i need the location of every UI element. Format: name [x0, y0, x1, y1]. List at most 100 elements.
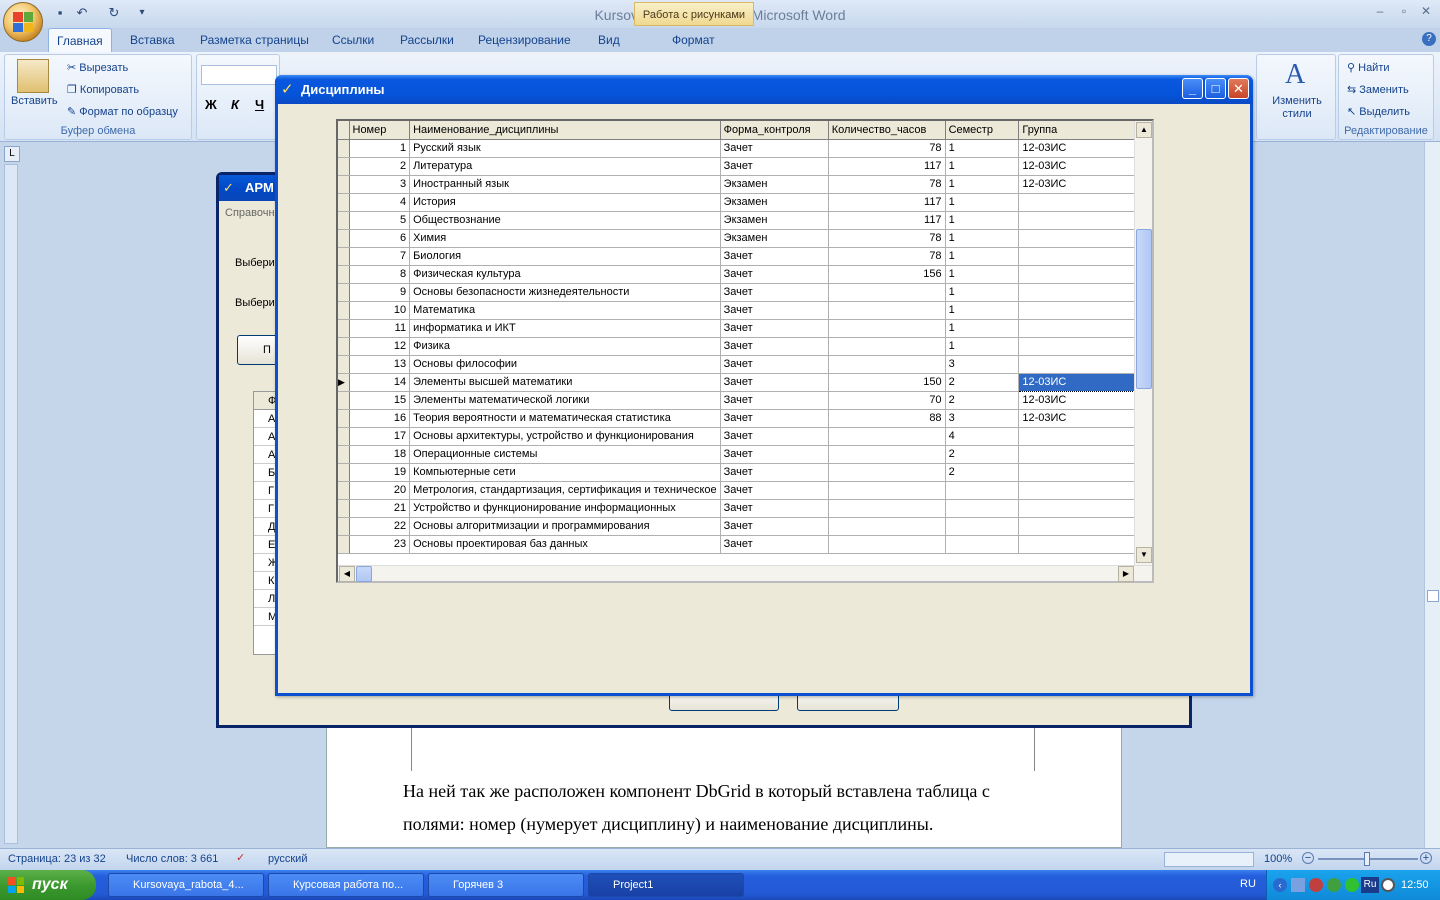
dbgrid-cell[interactable]: 1	[945, 283, 1020, 302]
dbgrid-cell[interactable]: 20	[349, 481, 411, 500]
dbgrid-cell[interactable]: Экзамен	[720, 175, 829, 194]
dbgrid-hscroll-thumb[interactable]	[356, 566, 372, 582]
dbgrid-cell[interactable]: 88	[828, 409, 946, 428]
dbgrid-cell[interactable]: 9	[349, 283, 411, 302]
dbgrid-cell[interactable]: Химия	[409, 229, 721, 248]
dbgrid-cell[interactable]: 1	[945, 301, 1020, 320]
dbgrid-cell[interactable]: Русский язык	[409, 139, 721, 158]
replace-button[interactable]: ⇆ Заменить	[1347, 83, 1409, 96]
tray-status-icon[interactable]	[1345, 878, 1359, 892]
dbgrid-cell[interactable]: Экзамен	[720, 211, 829, 230]
dbgrid-cell[interactable]	[828, 337, 946, 356]
dbgrid-cell[interactable]: Физическая культура	[409, 265, 721, 284]
dbgrid-cell[interactable]: Основы безопасности жизнедеятельности	[409, 283, 721, 302]
row-indicator[interactable]	[338, 157, 350, 176]
dbgrid-cell[interactable]: Зачет	[720, 517, 829, 536]
dbgrid-cell[interactable]: Основы философии	[409, 355, 721, 374]
row-indicator[interactable]	[338, 139, 350, 158]
dbgrid-cell[interactable]: Основы проектировая баз данных	[409, 535, 721, 554]
dbgrid-cell[interactable]: 12-03ИС	[1018, 372, 1152, 392]
dbgrid-cell[interactable]: Экзамен	[720, 229, 829, 248]
tab-insert[interactable]: Вставка	[122, 28, 183, 52]
view-buttons[interactable]	[1164, 852, 1254, 867]
dbgrid-cell[interactable]	[1018, 355, 1152, 374]
dbgrid-cell[interactable]: 16	[349, 409, 411, 428]
row-indicator[interactable]	[338, 499, 350, 518]
dbgrid-cell[interactable]	[1018, 301, 1152, 320]
dbgrid-row[interactable]: 21 Устройство и функционирование информац…	[338, 499, 1152, 518]
dbgrid-cell[interactable]: 3	[349, 175, 411, 194]
row-indicator[interactable]	[338, 247, 350, 266]
dbgrid-cell[interactable]: Зачет	[720, 409, 829, 428]
dbgrid-cell[interactable]	[945, 535, 1020, 554]
dbgrid-cell[interactable]: 18	[349, 445, 411, 464]
dbgrid-cell[interactable]: Зачет	[720, 427, 829, 446]
dbgrid-row[interactable]: 22 Основы алгоритмизации и программирован…	[338, 517, 1152, 536]
dbgrid-row[interactable]: 11 информатика и ИКТ Зачет 1	[338, 319, 1152, 338]
dbgrid-cell[interactable]: 19	[349, 463, 411, 482]
dbgrid-cell[interactable]: 8	[349, 265, 411, 284]
dbgrid-cell[interactable]	[1018, 445, 1152, 464]
dbgrid-cell[interactable]	[828, 283, 946, 302]
row-indicator[interactable]	[338, 265, 350, 284]
dbgrid-cell[interactable]: Иностранный язык	[409, 175, 721, 194]
dbgrid-cell[interactable]: Зачет	[720, 355, 829, 374]
apm-menu-item[interactable]: Справочн	[225, 207, 275, 219]
window-close-button[interactable]: ✕	[1228, 78, 1249, 99]
dbgrid-cell[interactable]: Зачет	[720, 499, 829, 518]
dbgrid-cell[interactable]: 12-03ИС	[1018, 139, 1152, 158]
dbgrid-cell[interactable]: Физика	[409, 337, 721, 356]
dbgrid-cell[interactable]	[828, 463, 946, 482]
tray-network-icon[interactable]	[1291, 878, 1305, 892]
dbgrid-cell[interactable]: 1	[945, 265, 1020, 284]
dbgrid-cell[interactable]	[945, 481, 1020, 500]
dbgrid-cell[interactable]: 150	[828, 373, 946, 392]
dbgrid-row[interactable]: 20 Метрология, стандартизация, сертификац…	[338, 481, 1152, 500]
window-minimize-button[interactable]: _	[1182, 78, 1203, 99]
status-words[interactable]: Число слов: 3 661	[126, 853, 218, 865]
dbgrid-cell[interactable]: 12	[349, 337, 411, 356]
language-indicator[interactable]: RU	[1240, 878, 1256, 890]
dbgrid-cell[interactable]: 3	[945, 355, 1020, 374]
dbgrid-cell[interactable]	[828, 445, 946, 464]
tab-format[interactable]: Формат	[664, 28, 723, 52]
row-indicator[interactable]	[338, 211, 350, 230]
dbgrid-cell[interactable]	[1018, 193, 1152, 212]
dbgrid-cell[interactable]: Зачет	[720, 481, 829, 500]
select-button[interactable]: ↖ Выделить	[1347, 105, 1410, 118]
close-icon[interactable]: ✕	[1416, 4, 1436, 20]
dbgrid-cell[interactable]: Литература	[409, 157, 721, 176]
dbgrid-cell[interactable]: 12-03ИС	[1018, 175, 1152, 194]
dbgrid-cell[interactable]	[828, 319, 946, 338]
dbgrid-cell[interactable]	[1018, 463, 1152, 482]
dbgrid-row[interactable]: 3 Иностранный язык Экзамен 78 1 12-03ИС	[338, 175, 1152, 194]
dbgrid-cell[interactable]: 22	[349, 517, 411, 536]
dbgrid-cell[interactable]	[945, 499, 1020, 518]
dbgrid-row[interactable]: 23 Основы проектировая баз данных Зачет	[338, 535, 1152, 554]
row-indicator[interactable]	[338, 355, 350, 374]
tab-home[interactable]: Главная	[48, 28, 112, 52]
dbgrid-row[interactable]: 4 История Экзамен 117 1	[338, 193, 1152, 212]
dbgrid-cell[interactable]: Элементы математической логики	[409, 391, 721, 410]
dbgrid-cell[interactable]: 78	[828, 175, 946, 194]
dbgrid-cell[interactable]	[828, 499, 946, 518]
dbgrid-cell[interactable]: 117	[828, 193, 946, 212]
dbgrid-cell[interactable]	[1018, 229, 1152, 248]
dbgrid-vscroll-thumb[interactable]	[1136, 229, 1152, 389]
dbgrid-cell[interactable]: Зачет	[720, 391, 829, 410]
row-indicator[interactable]	[338, 445, 350, 464]
status-language[interactable]: русский	[268, 853, 307, 865]
dbgrid-cell[interactable]: 17	[349, 427, 411, 446]
restore-icon[interactable]: ▫	[1394, 4, 1414, 20]
dbgrid-cell[interactable]: 14	[349, 373, 411, 392]
dbgrid-cell[interactable]	[1018, 265, 1152, 284]
tray-collapse-icon[interactable]: ‹	[1273, 878, 1287, 892]
row-indicator[interactable]	[338, 337, 350, 356]
dbgrid-cell[interactable]: 12-03ИС	[1018, 409, 1152, 428]
document-scrollbar[interactable]	[1424, 142, 1440, 848]
dbgrid-cell[interactable]: 1	[945, 247, 1020, 266]
status-page[interactable]: Страница: 23 из 32	[8, 853, 106, 865]
dbgrid-row[interactable]: 19 Компьютерные сети Зачет 2	[338, 463, 1152, 482]
dbgrid-cell[interactable]: 1	[945, 229, 1020, 248]
dbgrid-cell[interactable]	[1018, 517, 1152, 536]
